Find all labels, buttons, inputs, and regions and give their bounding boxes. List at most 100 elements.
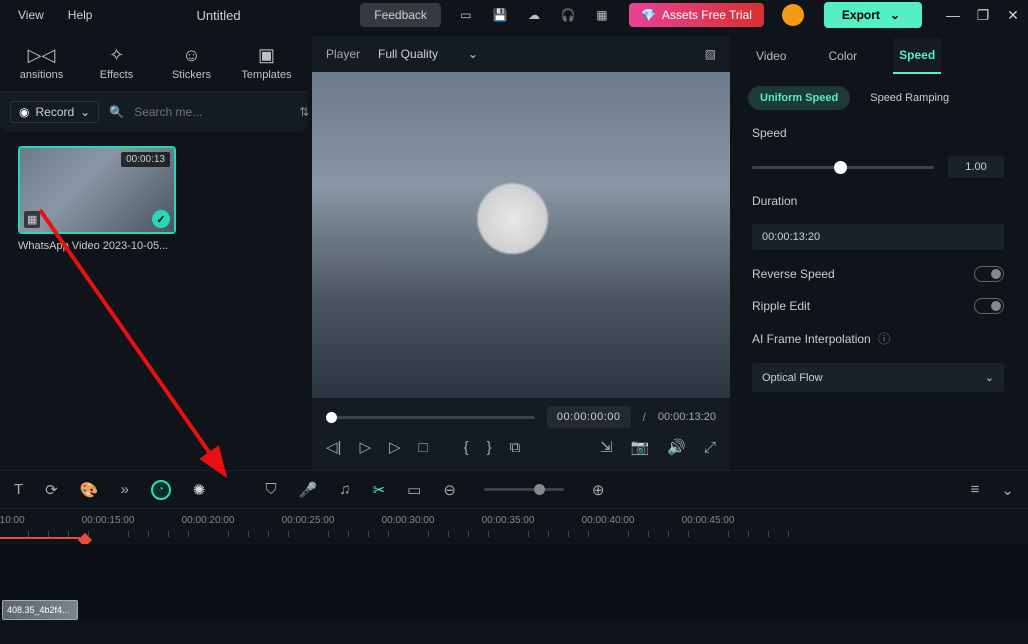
ripple-label: Ripple Edit xyxy=(752,299,810,313)
scrub-bar[interactable] xyxy=(326,416,535,419)
ruler-minor-tick xyxy=(748,531,749,537)
timecode-current[interactable]: 00:00:00:00 xyxy=(547,406,631,428)
reverse-toggle[interactable] xyxy=(974,266,1004,282)
zoom-in-icon[interactable]: ⊕ xyxy=(592,481,605,499)
aspect-icon[interactable]: ▭ xyxy=(407,481,421,499)
ruler-minor-tick xyxy=(28,531,29,537)
zoom-out-icon[interactable]: ⊖ xyxy=(443,481,456,499)
ruler-minor-tick xyxy=(48,531,49,537)
track-options-icon[interactable]: ≡ xyxy=(971,481,980,498)
scrub-handle[interactable] xyxy=(326,412,337,423)
record-dropdown[interactable]: ◉ Record ⌄ xyxy=(10,101,99,123)
ai-interp-select[interactable]: Optical Flow ⌄ xyxy=(752,363,1004,392)
grid-icon[interactable]: ▦ xyxy=(590,3,614,27)
speed-tool-icon[interactable]: ⟳ xyxy=(45,481,58,499)
prev-frame-icon[interactable]: ◁| xyxy=(326,438,341,456)
tab-color[interactable]: Color xyxy=(822,39,863,73)
media-thumbnail[interactable]: 00:00:13 ▦ ✓ xyxy=(18,146,176,234)
ruler-tick: 00:00:30:00 xyxy=(382,515,435,526)
help-icon[interactable]: ⓘ xyxy=(878,332,890,346)
speed-value[interactable]: 1.00 xyxy=(948,156,1004,178)
menu-view[interactable]: View xyxy=(8,4,54,26)
chevron-down-icon: ⌄ xyxy=(890,8,900,22)
export-button[interactable]: Export ⌄ xyxy=(824,2,922,28)
monitor-icon[interactable]: ▭ xyxy=(454,3,478,27)
tab-video[interactable]: Video xyxy=(750,39,792,73)
speed-slider-row: 1.00 xyxy=(752,156,1004,178)
text-tool-icon[interactable]: T xyxy=(14,481,23,498)
video-viewport[interactable] xyxy=(312,72,730,398)
camera-icon[interactable]: 📷 xyxy=(631,438,650,456)
ruler-minor-tick xyxy=(468,531,469,537)
volume-icon[interactable]: 🔊 xyxy=(667,438,686,456)
media-panel: ▷◁ansitions ✧Effects ☺Stickers ▣Template… xyxy=(0,30,308,470)
ruler-tick: 0:10:00 xyxy=(0,515,25,526)
mic-icon[interactable]: 🎤 xyxy=(299,481,318,499)
ruler-minor-tick xyxy=(188,531,189,537)
player-panel: Player Full Quality ⌄ ▨ 00:00:00:00 / 00… xyxy=(312,36,730,470)
ruler-tick: 00:00:25:00 xyxy=(282,515,335,526)
save-icon[interactable]: 💾 xyxy=(488,3,512,27)
ruler-minor-tick xyxy=(288,531,289,537)
templates-icon: ▣ xyxy=(258,45,275,66)
play-icon[interactable]: ▷ xyxy=(359,438,371,456)
record-dot-icon: ◉ xyxy=(19,105,29,119)
ruler-tick: 00:00:15:00 xyxy=(82,515,135,526)
media-browser: 00:00:13 ▦ ✓ WhatsApp Video 2023-10-05..… xyxy=(0,132,308,470)
player-title: Player xyxy=(326,47,360,61)
search-input[interactable] xyxy=(134,105,289,119)
color-tool-icon[interactable]: 🎨 xyxy=(80,481,99,499)
menu-help[interactable]: Help xyxy=(58,4,103,26)
ruler-tick: 00:00:45:00 xyxy=(682,515,735,526)
mark-out-icon[interactable]: } xyxy=(487,439,492,456)
filter-icon[interactable]: ⇅ xyxy=(299,105,309,119)
feedback-button[interactable]: Feedback xyxy=(360,3,441,27)
cloud-icon[interactable]: ☁ xyxy=(522,3,546,27)
cut-tool-icon[interactable]: ✂ xyxy=(373,481,386,499)
ruler-minor-tick xyxy=(68,531,69,537)
timeline-tracks[interactable]: 408.35_4b2f4... xyxy=(0,544,1028,620)
track-dropdown-icon[interactable]: ⌄ xyxy=(1001,481,1014,499)
tab-stickers[interactable]: ☺Stickers xyxy=(154,34,229,91)
subtab-uniform[interactable]: Uniform Speed xyxy=(748,86,850,110)
record-label: Record xyxy=(35,105,74,119)
tab-templates[interactable]: ▣Templates xyxy=(229,34,304,91)
title-bar: View Help Untitled Feedback ▭ 💾 ☁ 🎧 ▦ 💎 … xyxy=(0,0,1028,30)
stop-icon[interactable]: □ xyxy=(419,439,428,456)
tab-transitions[interactable]: ▷◁ansitions xyxy=(4,34,79,91)
video-frame xyxy=(312,72,730,398)
duration-label: Duration xyxy=(752,194,1004,208)
timeline-ruler[interactable]: 0:10:0000:00:15:0000:00:20:0000:00:25:00… xyxy=(0,508,1028,544)
highlight-tool-icon[interactable]: ✺ xyxy=(193,481,206,499)
mark-in-icon[interactable]: { xyxy=(464,439,469,456)
audio-tool-icon[interactable]: ♫ xyxy=(339,481,350,498)
timeline-toolbar: T ⟳ 🎨 » ◔ ✺ ⛉ 🎤 ♫ ✂ ▭ ⊖ ⊕ ≡ ⌄ xyxy=(0,470,1028,508)
speed-slider-thumb[interactable] xyxy=(834,161,847,174)
quality-dropdown[interactable]: Full Quality ⌄ xyxy=(378,47,478,61)
fullscreen-icon[interactable]: ⤢ xyxy=(704,439,716,456)
minimize-icon[interactable]: — xyxy=(946,7,960,23)
play-forward-icon[interactable]: ▷ xyxy=(389,438,401,456)
more-tools-icon[interactable]: » xyxy=(120,481,128,498)
crop-icon[interactable]: ⧉ xyxy=(510,439,521,456)
maximize-icon[interactable]: ❐ xyxy=(976,7,990,24)
tab-speed[interactable]: Speed xyxy=(893,38,941,74)
ripple-toggle[interactable] xyxy=(974,298,1004,314)
headphones-icon[interactable]: 🎧 xyxy=(556,3,580,27)
ruler-tick: 00:00:35:00 xyxy=(482,515,535,526)
speed-label: Speed xyxy=(752,126,1004,140)
subtab-ramping[interactable]: Speed Ramping xyxy=(858,86,961,110)
snapshot-icon[interactable]: ▨ xyxy=(705,47,716,61)
speed-slider[interactable] xyxy=(752,166,934,169)
duration-input[interactable]: 00:00:13:20 xyxy=(752,224,1004,250)
tab-effects[interactable]: ✧Effects xyxy=(79,34,154,91)
close-icon[interactable]: ✕ xyxy=(1006,7,1020,24)
zoom-slider[interactable] xyxy=(484,488,564,491)
zoom-slider-thumb[interactable] xyxy=(534,484,545,495)
ai-tool-icon[interactable]: ◔ xyxy=(151,480,171,500)
pip-icon[interactable]: ⇲ xyxy=(600,438,613,456)
timeline-clip[interactable]: 408.35_4b2f4... xyxy=(2,600,78,620)
thumbnail-label: WhatsApp Video 2023-10-05... xyxy=(18,240,176,252)
marker-icon[interactable]: ⛉ xyxy=(265,481,276,498)
assets-trial-button[interactable]: 💎 Assets Free Trial xyxy=(629,3,764,27)
